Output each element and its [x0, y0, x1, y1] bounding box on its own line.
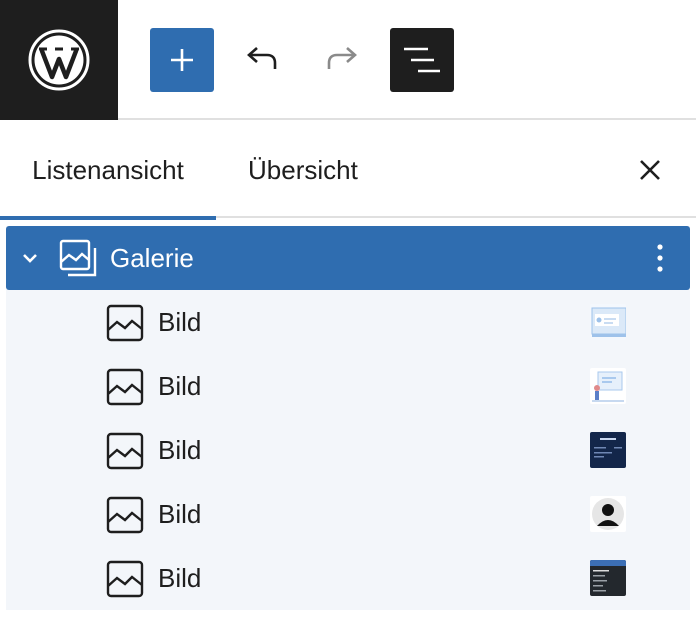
- list-view-tabs: Listenansicht Übersicht: [0, 122, 696, 220]
- wordpress-logo-button[interactable]: [0, 0, 118, 120]
- image-icon: [106, 432, 144, 470]
- tree-item-gallery[interactable]: Galerie: [6, 226, 690, 290]
- add-block-button[interactable]: [150, 28, 214, 92]
- list-view-button[interactable]: [390, 28, 454, 92]
- close-icon: [640, 160, 660, 180]
- undo-button[interactable]: [230, 28, 294, 92]
- image-icon: [106, 368, 144, 406]
- tree-item-label: Bild: [158, 563, 202, 593]
- tree-item-label: Bild: [158, 435, 202, 465]
- tree-item-label: Bild: [158, 371, 202, 401]
- close-button[interactable]: [626, 146, 674, 194]
- tab-overview-label: Übersicht: [248, 154, 358, 185]
- image-icon: [106, 304, 144, 342]
- redo-button[interactable]: [310, 28, 374, 92]
- tree-item-image[interactable]: Bild: [6, 546, 690, 610]
- image-icon: [106, 560, 144, 598]
- tab-list-view[interactable]: Listenansicht: [0, 122, 216, 220]
- image-thumbnail: [590, 432, 626, 468]
- plus-icon: [171, 49, 193, 71]
- image-thumbnail: [590, 304, 626, 340]
- tree-item-label: Bild: [158, 499, 202, 529]
- tree-item-image[interactable]: Bild: [6, 482, 690, 546]
- tree-item-label: Bild: [158, 307, 202, 337]
- list-view-icon: [404, 47, 440, 73]
- wordpress-logo-icon: [28, 29, 90, 91]
- redo-icon: [327, 47, 357, 69]
- tree-item-image[interactable]: Bild: [6, 290, 690, 354]
- tab-overview[interactable]: Übersicht: [248, 122, 358, 218]
- image-icon: [106, 496, 144, 534]
- tree-item-image[interactable]: Bild: [6, 418, 690, 482]
- more-vertical-icon: [657, 244, 663, 272]
- image-thumbnail: [590, 560, 626, 596]
- image-thumbnail: [590, 496, 626, 532]
- tab-list-view-label: Listenansicht: [32, 154, 184, 185]
- block-tree: Galerie Bild Bild Bild Bild Bild: [6, 226, 690, 610]
- gallery-icon: [59, 239, 97, 277]
- options-button[interactable]: [640, 238, 680, 278]
- undo-icon: [247, 47, 277, 69]
- chevron-down-icon[interactable]: [18, 246, 42, 270]
- editor-toolbar: [0, 0, 696, 120]
- image-thumbnail: [590, 368, 626, 404]
- tree-item-label: Galerie: [110, 243, 194, 273]
- tree-item-image[interactable]: Bild: [6, 354, 690, 418]
